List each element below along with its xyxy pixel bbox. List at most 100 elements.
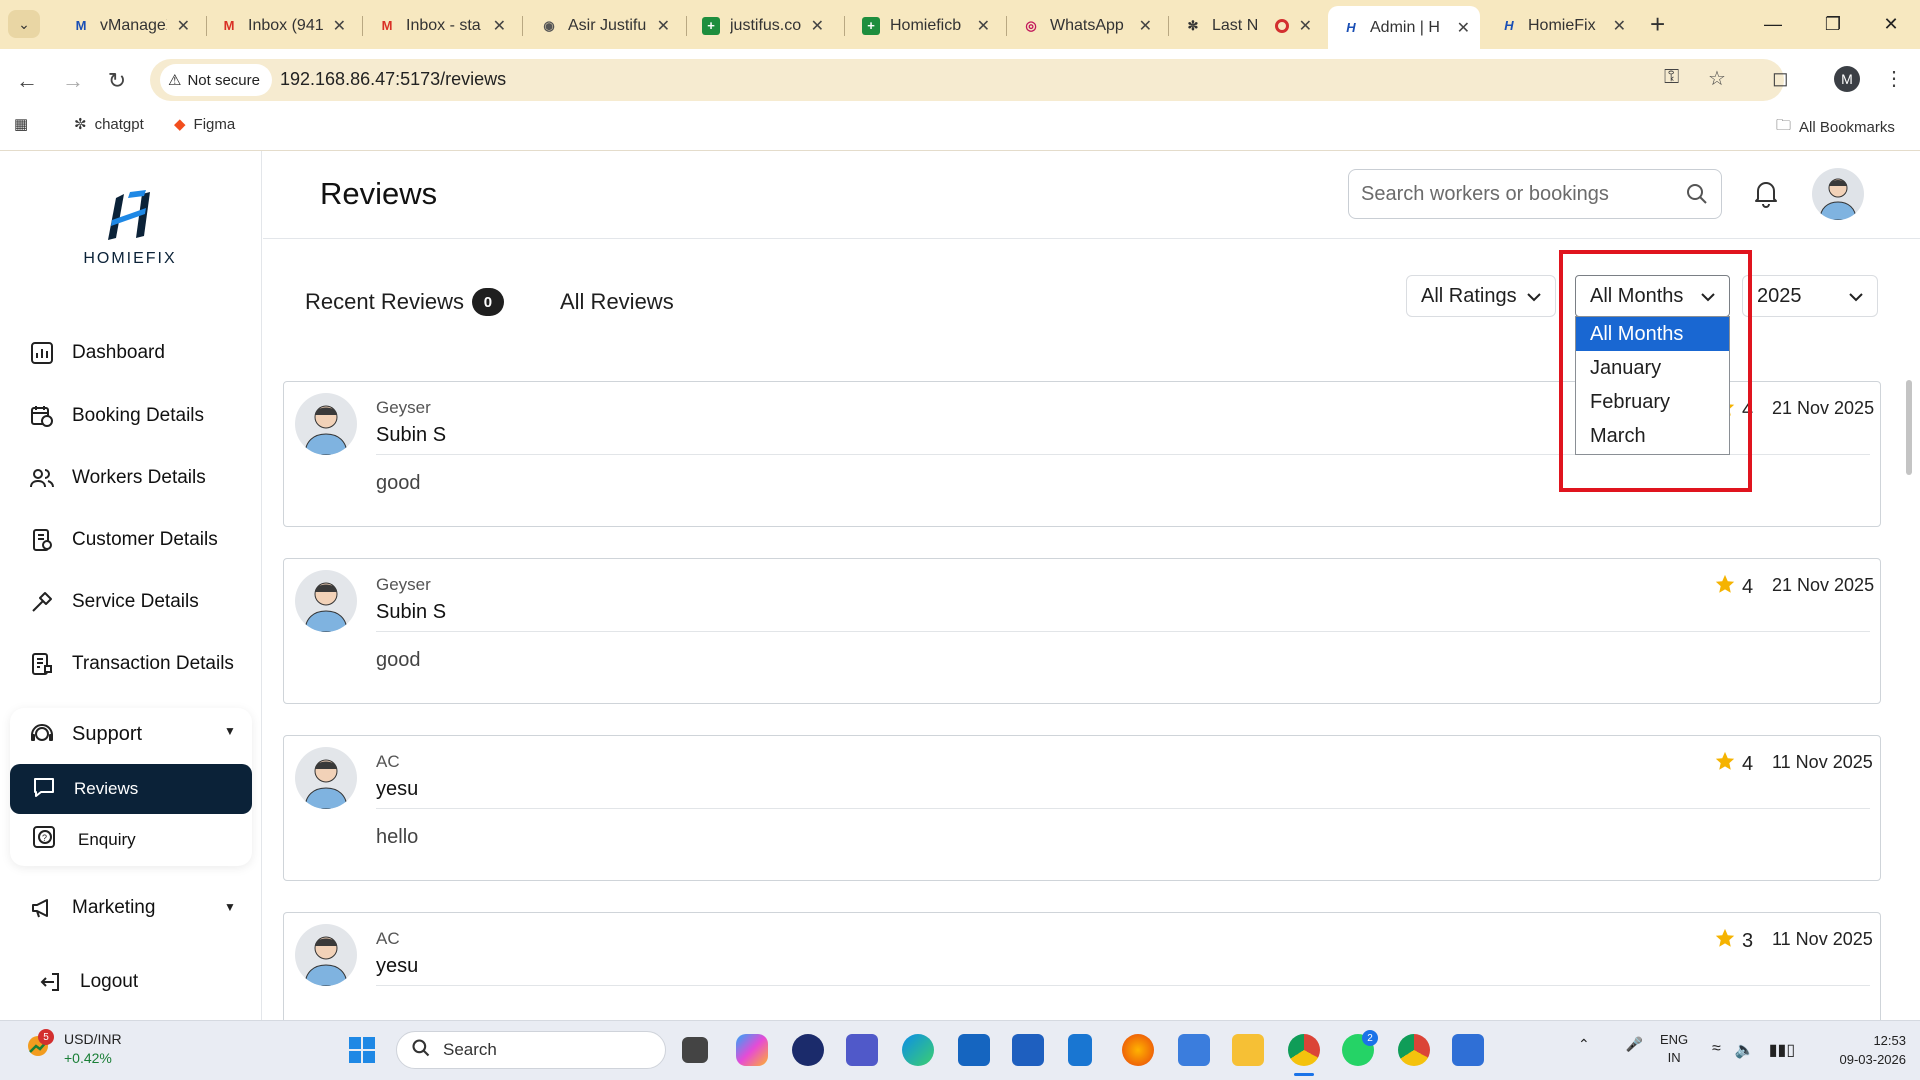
microphone-icon[interactable]: 🎤 (1626, 1036, 1643, 1053)
tab-title: vManageX (100, 16, 167, 34)
chrome-icon[interactable] (1288, 1034, 1320, 1066)
logout-label: Logout (80, 971, 139, 992)
tab-recent-reviews[interactable]: Recent Reviews 0 (305, 288, 504, 316)
gmail-icon: M (223, 18, 235, 33)
mail-icon[interactable] (1178, 1034, 1210, 1066)
password-key-icon[interactable]: ⚿ (1664, 66, 1679, 89)
tab-separator (844, 16, 845, 36)
all-bookmarks-button[interactable]: 🗀 All Bookmarks (1776, 115, 1895, 140)
sidebar-item-enquiry[interactable]: ? Enquiry (32, 822, 136, 858)
browser-tab-homiefic[interactable]: + Homieficb ✕ (848, 6, 1000, 45)
gmail-icon: M (381, 18, 393, 33)
question-document-icon: ? (32, 825, 58, 856)
notification-bell-icon[interactable] (1752, 178, 1780, 213)
search-icon[interactable] (1685, 182, 1709, 211)
scrollbar-thumb[interactable] (1906, 380, 1912, 475)
window-close-button[interactable]: ✕ (1868, 8, 1914, 40)
close-icon[interactable]: ✕ (977, 16, 990, 36)
close-icon[interactable]: ✕ (1613, 16, 1626, 36)
homiefix-icon: H (1504, 18, 1514, 33)
restore-button[interactable]: ❐ (1810, 8, 1856, 40)
sidebar-item-customer-details[interactable]: Customer Details (28, 522, 218, 558)
sidebar-item-reviews[interactable]: Reviews (10, 764, 252, 814)
edge-icon[interactable] (902, 1034, 934, 1066)
apps-grid-icon[interactable]: ▦ (14, 115, 28, 133)
browser-tab-admin[interactable]: H Admin | H ✕ (1328, 6, 1480, 49)
site-info-button[interactable]: ⚠ Not secure (160, 64, 272, 96)
close-icon[interactable]: ✕ (1299, 16, 1312, 36)
file-explorer-icon[interactable] (1232, 1034, 1264, 1066)
browser-tab-whatsapp[interactable]: ◎ WhatsApp ✕ (1008, 6, 1162, 45)
back-button[interactable]: ← (12, 66, 42, 96)
task-view-icon[interactable] (682, 1037, 708, 1063)
sidebar-item-booking-details[interactable]: Booking Details (28, 398, 204, 434)
search-box[interactable] (1348, 169, 1722, 219)
bookmark-star-icon[interactable]: ☆ (1708, 66, 1726, 91)
reload-button[interactable]: ↻ (102, 66, 132, 96)
document-user-icon (28, 526, 56, 554)
minimize-button[interactable]: — (1750, 8, 1796, 40)
language-indicator[interactable]: ENG IN (1660, 1031, 1688, 1067)
teams-icon[interactable] (846, 1034, 878, 1066)
profile-avatar[interactable]: M (1834, 66, 1860, 92)
bookmark-figma[interactable]: ◆ Figma (174, 115, 235, 134)
url-text[interactable]: 192.168.86.47:5173/reviews (280, 69, 506, 90)
browser-tab-asir[interactable]: ◉ Asir Justifu ✕ (526, 6, 680, 45)
logout-button[interactable]: Logout (36, 964, 138, 1000)
extensions-icon[interactable]: ◻ (1772, 66, 1789, 91)
search-input[interactable] (1361, 170, 1671, 218)
ticker-widget[interactable]: USD/INR +0.42% (64, 1030, 122, 1068)
sidebar-item-label: Workers Details (72, 467, 206, 488)
logo-mark-icon (108, 190, 150, 240)
homiefix-logo[interactable]: HOMIEFIX (70, 190, 190, 268)
browser-tab-vmanagex[interactable]: M vManageX ✕ (58, 6, 200, 45)
vscode-icon[interactable] (958, 1034, 990, 1066)
close-icon[interactable]: ✕ (333, 16, 346, 36)
close-icon[interactable]: ✕ (493, 16, 506, 36)
eclipse-icon[interactable] (792, 1034, 824, 1066)
copilot-icon[interactable] (736, 1034, 768, 1066)
megaphone-icon (28, 894, 56, 922)
sidebar-item-service-details[interactable]: Service Details (28, 584, 199, 620)
taskbar-search[interactable]: Search (396, 1031, 666, 1069)
chevron-up-icon[interactable]: ⌃ (1578, 1036, 1590, 1053)
forward-button[interactable]: → (58, 66, 88, 96)
year-select[interactable]: 2025 (1742, 275, 1878, 317)
more-menu-icon[interactable]: ⋮ (1884, 66, 1904, 91)
tab-separator (522, 16, 523, 36)
sidebar-item-marketing[interactable]: Marketing (28, 890, 155, 926)
tab-search-button[interactable]: ⌄ (8, 10, 40, 38)
close-icon[interactable]: ✕ (1139, 16, 1152, 36)
browser-tab-last[interactable]: ✼ Last N ✕ (1170, 6, 1322, 45)
chrome-profile-icon[interactable] (1398, 1034, 1430, 1066)
sidebar-item-transaction-details[interactable]: Transaction Details (28, 646, 234, 682)
firefox-icon[interactable] (1122, 1034, 1154, 1066)
sidebar-item-dashboard[interactable]: Dashboard (28, 335, 165, 371)
bookmarks-bar (0, 108, 1920, 148)
browser-tab-inbox-2[interactable]: M Inbox - sta ✕ (364, 6, 516, 45)
photos-icon[interactable] (1452, 1034, 1484, 1066)
close-icon[interactable]: ✕ (811, 16, 824, 36)
sidebar-item-workers-details[interactable]: Workers Details (28, 460, 206, 496)
windows-start-icon[interactable] (346, 1034, 378, 1066)
status-icons[interactable]: ≈ 🔈 ▮▮▯ (1712, 1040, 1795, 1060)
review-card: Geyser Subin S good 4 21 Nov 2025 (283, 558, 1881, 704)
close-icon[interactable]: ✕ (177, 16, 190, 36)
browser-tab-justifus[interactable]: + justifus.coi ✕ (688, 6, 834, 45)
browser-tab-homiefix[interactable]: H HomieFix ✕ (1486, 6, 1636, 45)
search-icon (411, 1038, 431, 1063)
close-icon[interactable]: ✕ (657, 16, 670, 36)
clock[interactable]: 12:53 09-03-2026 (1826, 1031, 1907, 1069)
tab-all-reviews[interactable]: All Reviews (560, 289, 674, 315)
sidebar-item-support[interactable]: Support (28, 716, 142, 752)
close-icon[interactable]: ✕ (1457, 18, 1470, 38)
browser-tab-inbox[interactable]: M Inbox (941 ✕ (206, 6, 356, 45)
caret-down-icon[interactable]: ▼ (224, 724, 236, 738)
store-icon[interactable] (1012, 1034, 1044, 1066)
bookmark-chatgpt[interactable]: ✼ chatgpt (74, 115, 144, 134)
new-tab-button[interactable]: + (1650, 10, 1665, 38)
ratings-select[interactable]: All Ratings (1406, 275, 1556, 317)
caret-down-icon[interactable]: ▼ (224, 900, 236, 914)
notepad-icon[interactable] (1068, 1034, 1092, 1066)
user-avatar[interactable] (1812, 168, 1864, 220)
